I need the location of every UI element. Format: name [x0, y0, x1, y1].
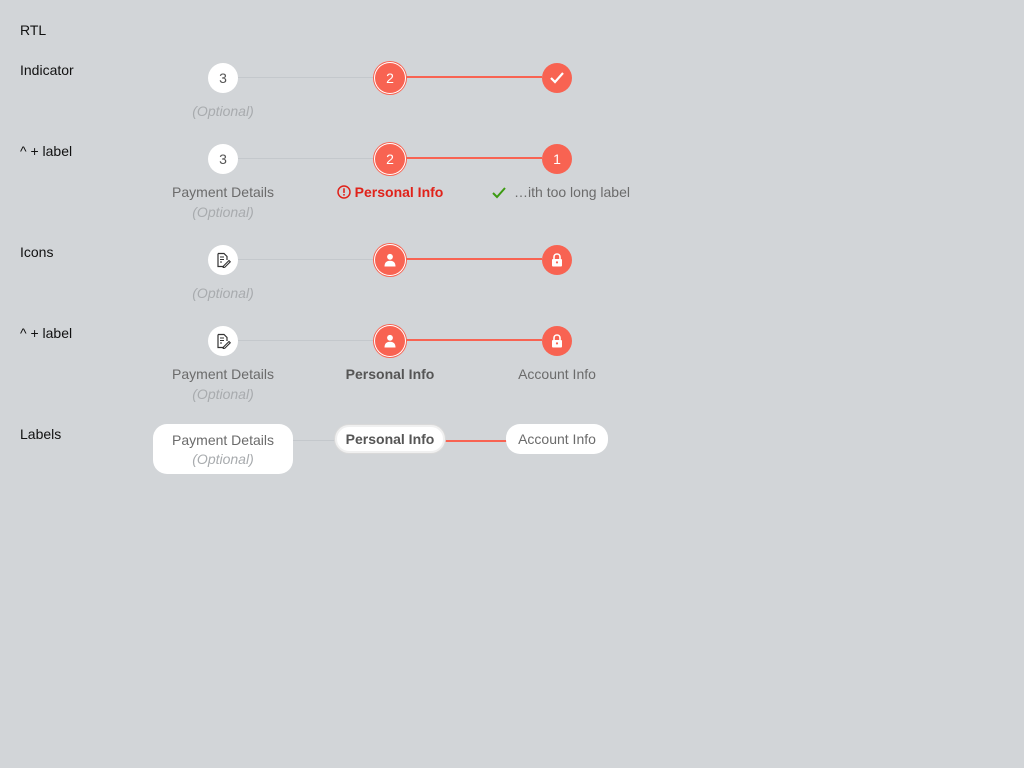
user-icon [384, 253, 396, 267]
stepper-connector-active [406, 339, 542, 341]
row-label-labels: Labels [20, 426, 62, 442]
step-1-indicator[interactable]: 1 [542, 144, 572, 174]
edit-document-icon [217, 252, 231, 268]
stepper-connector [238, 340, 374, 341]
step-2-indicator[interactable]: 2 [375, 63, 405, 93]
step-3-indicator[interactable]: 3 [208, 144, 238, 174]
lock-icon [552, 253, 562, 267]
row-label-indicator-with-label: ^ + label [20, 143, 73, 159]
stepper-connector [238, 259, 374, 260]
step-3-optional: (Optional) [192, 386, 254, 402]
step-2-indicator[interactable]: 2 [375, 144, 405, 174]
stepper-connector-active [445, 440, 507, 442]
step-1-label: Account Info [518, 366, 596, 382]
step-3-optional: (Optional) [192, 285, 254, 301]
step-3-optional: (Optional) [192, 103, 254, 119]
step-3-indicator[interactable]: 3 [208, 63, 238, 93]
stepper-connector-active [406, 157, 542, 159]
step-3-indicator[interactable] [208, 245, 238, 275]
step-2-label-error: Personal Info [310, 184, 470, 200]
row-label-icons: Icons [20, 244, 54, 260]
checkmark-icon [550, 72, 564, 84]
step-2-indicator[interactable] [375, 245, 405, 275]
row-label-icons-with-label: ^ + label [20, 325, 73, 341]
step-2-label-text: Personal Info [354, 184, 444, 200]
step-3-optional: (Optional) [192, 451, 254, 467]
step-2-label: Personal Info [345, 366, 435, 382]
step-3-label: Payment Details [172, 366, 274, 382]
step-1-indicator[interactable] [542, 63, 572, 93]
stepper-connector [238, 158, 374, 159]
page-title: RTL [20, 22, 47, 38]
stepper-connector [238, 77, 374, 78]
stepper-connector [292, 440, 336, 441]
step-2-chip[interactable]: Personal Info [335, 425, 445, 453]
step-3-chip[interactable]: Payment Details (Optional) [153, 424, 293, 474]
step-3-indicator[interactable] [208, 326, 238, 356]
user-icon [384, 334, 396, 348]
lock-icon [552, 334, 562, 348]
step-3-label: Payment Details [172, 432, 274, 448]
stepper-connector-active [406, 76, 542, 78]
step-1-label-text: …ith too long label [514, 184, 630, 200]
step-1-indicator[interactable] [542, 326, 572, 356]
step-3-label: Payment Details [172, 184, 274, 200]
step-3-optional: (Optional) [192, 204, 254, 220]
step-1-indicator[interactable] [542, 245, 572, 275]
step-1-label-success: …ith too long label [476, 184, 646, 200]
stepper-connector-active [406, 258, 542, 260]
step-1-chip[interactable]: Account Info [506, 424, 608, 454]
step-2-indicator[interactable] [375, 326, 405, 356]
edit-document-icon [217, 333, 231, 349]
checkmark-icon [492, 187, 506, 199]
row-label-indicator: Indicator [20, 62, 74, 78]
exclamation-circle-icon [336, 185, 351, 199]
